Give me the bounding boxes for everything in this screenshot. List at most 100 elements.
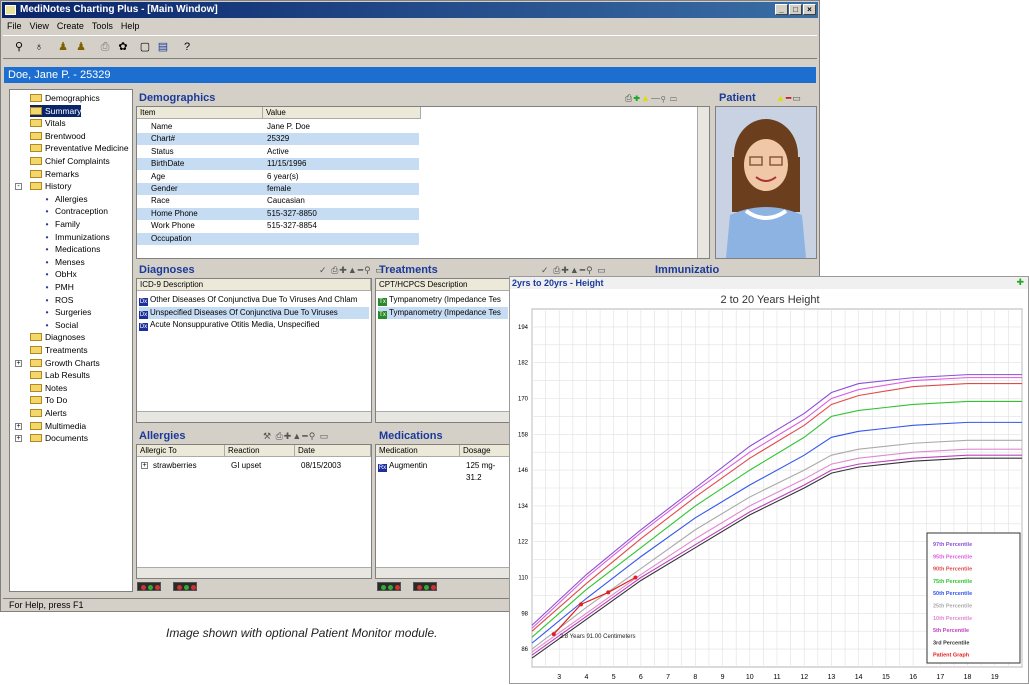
tree-item-treatments[interactable]: Treatments — [30, 344, 88, 356]
navigation-tree[interactable]: Demographics Summary Vitals Brentwood Preven… — [9, 89, 133, 592]
maximize-icon[interactable]: ▭ — [597, 265, 607, 275]
minimize-button[interactable]: _ — [775, 4, 788, 15]
tree-item-family[interactable]: • Family — [42, 218, 80, 230]
table-row[interactable]: Age 6 year(s) — [137, 171, 419, 183]
table-row[interactable]: Chart# 25329 — [137, 133, 419, 146]
list-item[interactable]: Dx Other Diseases Of Conjunctiva Due To V… — [139, 294, 369, 306]
tree-item-notes[interactable]: Notes — [30, 382, 67, 394]
binoculars-icon[interactable]: ⚲ — [11, 40, 27, 55]
tree-view-icon[interactable]: ▤ — [155, 40, 171, 55]
column-header-cpt[interactable]: CPT/HCPCS Description — [376, 279, 510, 291]
tree-item-obhx[interactable]: • ObHx — [42, 268, 77, 280]
list-item[interactable]: Tx Tympanometry (Impedance Tes — [378, 306, 508, 319]
add-icon[interactable]: ✚ — [633, 93, 641, 103]
check-icon[interactable]: ✓ — [541, 265, 550, 275]
maximize-icon[interactable]: ▭ — [670, 93, 678, 103]
patient-point[interactable] — [579, 602, 583, 607]
help-icon[interactable]: ? — [179, 40, 195, 55]
print-icon[interactable]: ⎙ — [625, 93, 633, 103]
check-icon[interactable]: ✓ — [319, 265, 328, 275]
tree-item-documents[interactable]: Documents — [30, 432, 88, 444]
patient-add-icon[interactable]: ♟ — [73, 40, 89, 55]
column-header-icd9[interactable]: ICD-9 Description — [137, 279, 371, 291]
tree-item-to-do[interactable]: To Do — [30, 394, 67, 406]
tree-item-demographics[interactable]: Demographics — [30, 92, 100, 104]
expander-icon[interactable]: + — [15, 422, 22, 430]
column-header-allergic-to[interactable]: Allergic To — [137, 445, 225, 457]
tree-item-contraception[interactable]: • Contraception — [42, 205, 108, 217]
remove-icon[interactable]: ━ — [651, 93, 661, 103]
column-header-medication[interactable]: Medication — [376, 445, 460, 457]
edit-icon[interactable]: ▲ — [348, 265, 358, 275]
edit-icon[interactable]: ▲ — [641, 93, 651, 103]
table-row[interactable]: Occupation — [137, 232, 419, 245]
table-row[interactable]: Rx Augmentin 125 mg-31.2 — [378, 460, 508, 482]
horizontal-scrollbar[interactable] — [137, 567, 371, 578]
zoom-icon[interactable]: ⚲ — [364, 265, 372, 275]
column-header-item[interactable]: Item — [137, 107, 263, 119]
table-row[interactable]: BirthDate 11/15/1996 — [137, 158, 419, 171]
maximize-button[interactable]: □ — [789, 4, 802, 15]
tree-item-surgeries[interactable]: • Surgeries — [42, 306, 92, 318]
tree-item-brentwood[interactable]: Brentwood — [30, 130, 86, 142]
patient-point[interactable] — [633, 575, 638, 580]
edit-icon[interactable]: ▲ — [570, 265, 580, 275]
list-item[interactable]: Dx Acute Nonsuppurative Otitis Media, Uns… — [139, 319, 369, 331]
menu-help[interactable]: Help — [121, 19, 140, 33]
zoom-icon[interactable]: ⚲ — [309, 431, 317, 441]
print-icon[interactable]: ⎙ — [276, 431, 284, 441]
tree-item-immunizations[interactable]: • Immunizations — [42, 231, 110, 243]
tree-item-preventative-medicine[interactable]: Preventative Medicine — [30, 142, 129, 154]
tree-item-pmh[interactable]: • PMH — [42, 281, 74, 293]
settings-icon[interactable]: ✿ — [115, 40, 131, 55]
expander-icon[interactable]: + — [15, 359, 22, 367]
tree-item-remarks[interactable]: Remarks — [30, 168, 79, 180]
tree-item-diagnoses[interactable]: Diagnoses — [30, 331, 85, 343]
tree-item-medications[interactable]: • Medications — [42, 243, 101, 255]
menu-tools[interactable]: Tools — [92, 19, 113, 33]
maximize-icon[interactable]: ▭ — [792, 93, 802, 103]
patient-point[interactable] — [606, 590, 611, 595]
add-icon[interactable]: ✚ — [561, 265, 570, 275]
tree-item-growth-charts[interactable]: Growth Charts — [30, 357, 100, 369]
menu-create[interactable]: Create — [57, 19, 84, 33]
print-icon[interactable]: ⎙ — [97, 40, 113, 55]
menu-file[interactable]: File — [7, 19, 22, 33]
column-header-value[interactable]: Value — [263, 107, 421, 119]
column-header-reaction[interactable]: Reaction — [225, 445, 295, 457]
edit-icon[interactable]: ▲ — [776, 93, 786, 103]
expander-icon[interactable]: + — [15, 435, 22, 443]
vertical-scrollbar[interactable] — [697, 107, 709, 258]
list-item[interactable]: Dx Unspecified Diseases Of Conjunctiva Du… — [139, 306, 369, 319]
column-header-date[interactable]: Date — [295, 445, 371, 457]
patient-point[interactable] — [551, 632, 556, 637]
table-row[interactable]: Name Jane P. Doe — [137, 121, 419, 133]
tree-item-allergies[interactable]: • Allergies — [42, 193, 88, 205]
tree-item-social[interactable]: • Social — [42, 319, 79, 331]
tree-item-chief-complaints[interactable]: Chief Complaints — [30, 155, 110, 167]
table-row[interactable]: Gender female — [137, 183, 419, 195]
close-button[interactable]: × — [803, 4, 816, 15]
tree-item-summary[interactable]: Summary — [30, 104, 82, 117]
list-item[interactable]: Tx Tympanometry (Impedance Tes — [378, 294, 508, 306]
column-header-dosage[interactable]: Dosage — [460, 445, 512, 457]
zoom-icon[interactable]: ⚲ — [661, 93, 666, 103]
tree-item-ros[interactable]: • ROS — [42, 294, 74, 306]
horizontal-scrollbar[interactable] — [376, 411, 510, 422]
tree-item-menses[interactable]: • Menses — [42, 256, 85, 268]
add-icon[interactable]: ✚ — [339, 265, 348, 275]
table-row[interactable]: Race Caucasian — [137, 195, 419, 207]
zoom-icon[interactable]: ⚲ — [586, 265, 594, 275]
expand-icon[interactable]: + — [141, 462, 148, 469]
tree-item-vitals[interactable]: Vitals — [30, 117, 66, 129]
table-row[interactable]: Work Phone 515-327-8854 — [137, 220, 419, 232]
tree-item-history[interactable]: History — [30, 180, 71, 192]
tree-item-multimedia[interactable]: Multimedia — [30, 420, 86, 432]
edit-icon[interactable]: ▲ — [292, 431, 302, 441]
tree-item-alerts[interactable]: Alerts — [30, 407, 67, 419]
add-icon[interactable]: ✚ — [1016, 277, 1024, 288]
menu-view[interactable]: View — [30, 19, 49, 33]
tools-icon[interactable]: ⚒ — [263, 431, 272, 441]
window-icon[interactable]: ▢ — [137, 40, 153, 55]
maximize-icon[interactable]: ▭ — [320, 431, 330, 441]
